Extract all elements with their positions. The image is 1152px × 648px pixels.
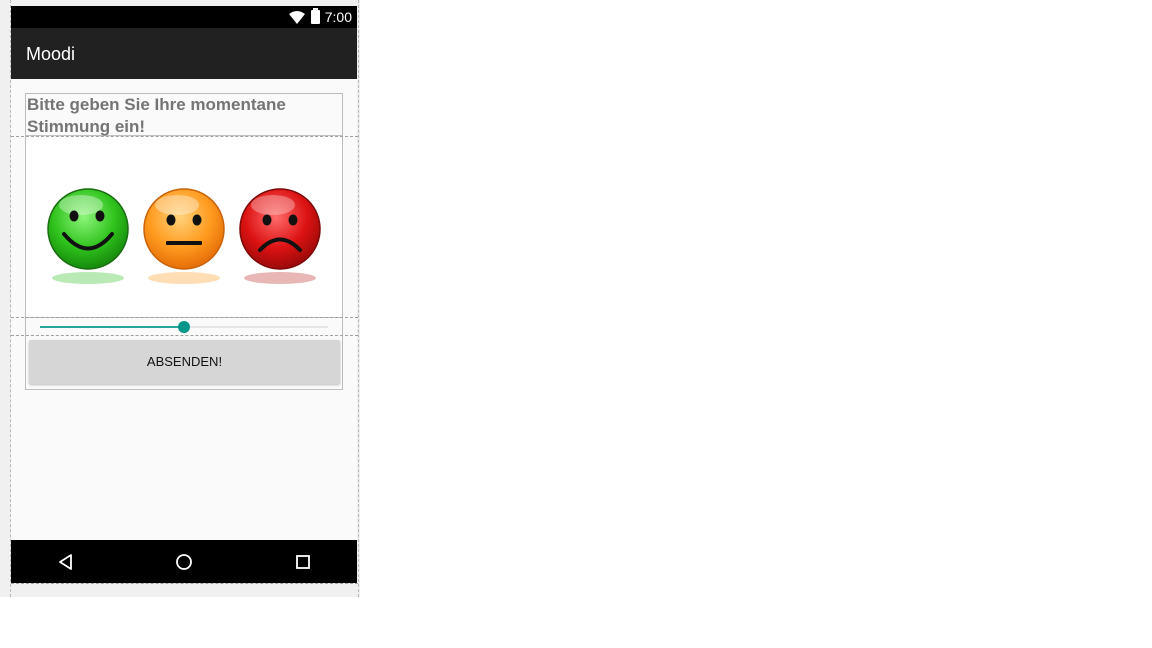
sad-face-icon	[239, 188, 321, 284]
mood-slider-progress	[40, 326, 184, 328]
mood-slider-track[interactable]	[40, 321, 328, 333]
smiley-image	[26, 137, 342, 318]
happy-face-icon	[47, 188, 129, 284]
guide-line-4	[11, 583, 358, 584]
guide-line-2	[11, 317, 358, 318]
wifi-icon	[289, 11, 305, 24]
recents-icon[interactable]	[293, 552, 313, 572]
neutral-face-icon	[143, 188, 225, 284]
status-time: 7:00	[324, 9, 352, 25]
mood-form: Bitte geben Sie Ihre momentane Stimmung …	[25, 93, 343, 390]
back-icon[interactable]	[56, 552, 76, 572]
mood-slider-thumb[interactable]	[178, 321, 190, 333]
guide-line-1	[11, 136, 358, 137]
phone-screen: 7:00 Moodi Bitte geben Sie Ihre momentan…	[11, 6, 357, 583]
guide-line-3	[11, 335, 358, 336]
status-bar: 7:00	[11, 6, 357, 28]
app-bar: Moodi	[11, 28, 357, 79]
submit-button[interactable]: ABSENDEN!	[29, 340, 340, 384]
mood-faces	[47, 188, 321, 284]
mood-slider[interactable]	[26, 317, 342, 337]
app-title: Moodi	[26, 44, 76, 64]
mood-prompt: Bitte geben Sie Ihre momentane Stimmung …	[26, 94, 342, 136]
navigation-bar	[11, 540, 357, 583]
guide-line-right	[358, 0, 359, 597]
home-icon[interactable]	[174, 552, 194, 572]
battery-icon	[311, 8, 320, 24]
